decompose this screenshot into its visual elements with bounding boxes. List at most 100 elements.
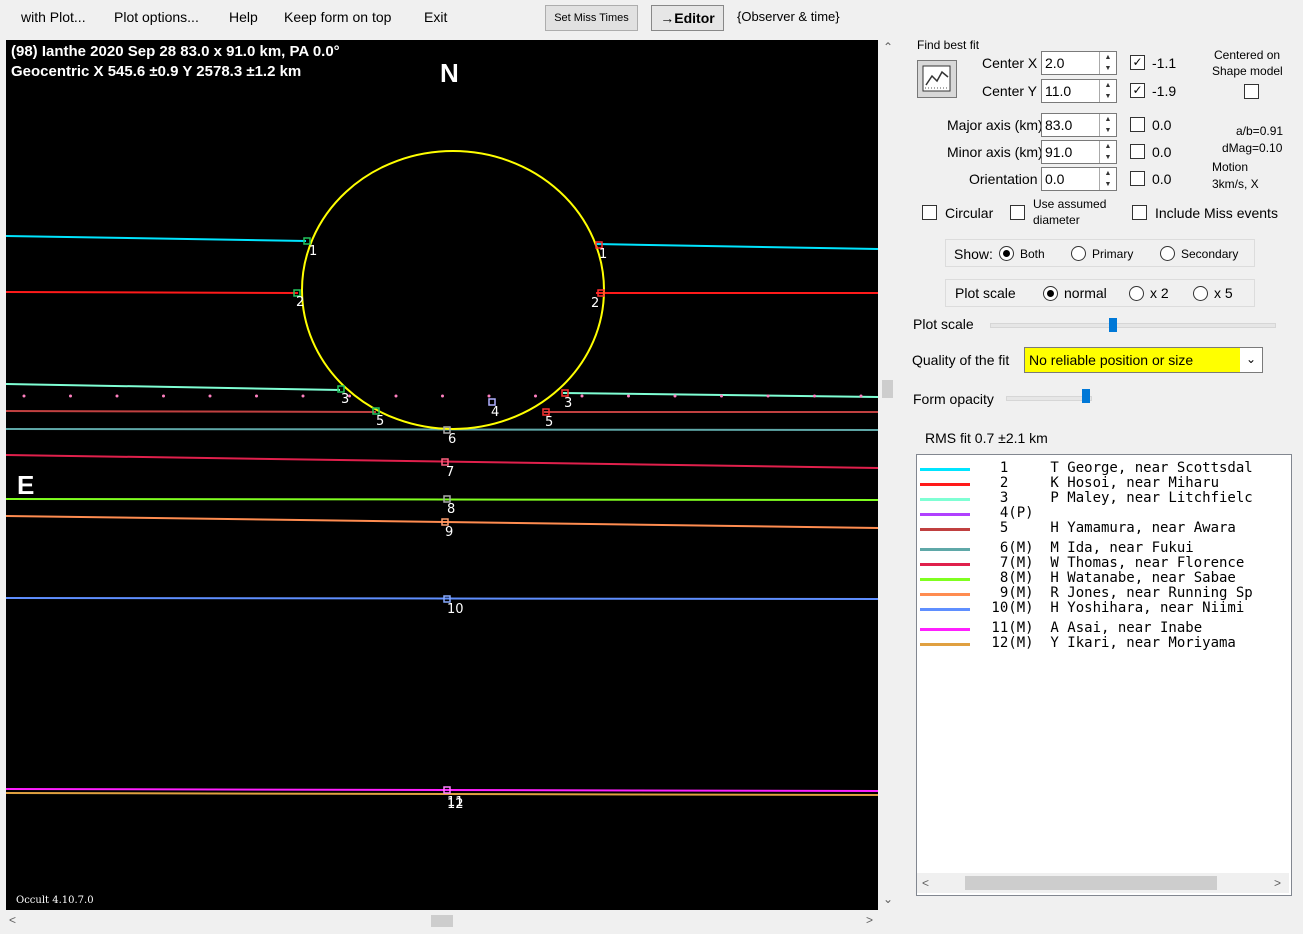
menu-exit[interactable]: Exit xyxy=(424,9,447,25)
observer-text: 2 K Hosoi, near Miharu xyxy=(983,475,1220,491)
scroll-down-icon[interactable]: ⌄ xyxy=(883,892,893,906)
observer-text: 9(M) R Jones, near Running Sp xyxy=(983,585,1253,601)
spin-arrows-icon[interactable]: ▲ ▼ xyxy=(1099,114,1116,136)
scroll-right-icon[interactable]: > xyxy=(1274,876,1281,890)
scale-x5-radio[interactable] xyxy=(1193,286,1208,301)
chord-label: 4 xyxy=(491,405,499,420)
form-opacity-label: Form opacity xyxy=(913,391,994,407)
editor-button[interactable]: →Editor xyxy=(651,5,724,31)
center-x-fit-value: -1.1 xyxy=(1152,55,1177,71)
set-miss-times-button[interactable]: Set Miss Times xyxy=(545,5,638,31)
menu-observer-time[interactable]: {Observer & time} xyxy=(737,9,840,24)
major-axis-fit-value: 0.0 xyxy=(1152,117,1172,133)
spin-arrows-icon[interactable]: ▲ ▼ xyxy=(1099,141,1116,163)
plot-horizontal-scrollbar[interactable]: < > xyxy=(6,912,878,930)
scale-x2-radio[interactable] xyxy=(1129,286,1144,301)
center-y-fit-checkbox[interactable]: ✓ xyxy=(1130,83,1145,98)
scale-normal-label: normal xyxy=(1064,285,1107,301)
center-y-fit-value: -1.9 xyxy=(1152,83,1177,99)
menu-bar: with Plot... Plot options... Help Keep f… xyxy=(0,0,1303,38)
find-best-fit-label: Find best fit xyxy=(917,38,980,52)
version-label: Occult 4.10.7.0 xyxy=(16,895,94,906)
observer-list[interactable]: 1 T George, near Scottsdal 2 K Hosoi, ne… xyxy=(916,454,1292,896)
miss-dot xyxy=(162,394,165,398)
chord-label: 5 xyxy=(376,414,384,429)
fitted-ellipse xyxy=(301,150,605,430)
miss-dot xyxy=(301,394,305,398)
plot-canvas[interactable]: 1 1 2 2 3 3 4 5 5 6 7 8 9 10 11 12 (98) Ianthe 2020 Sep… xyxy=(6,40,878,910)
chord-label: 5 xyxy=(545,415,553,430)
list-item[interactable]: 3 P Maley, near Litchfielc xyxy=(917,490,1291,507)
menu-keep-on-top[interactable]: Keep form on top xyxy=(284,9,391,25)
plot-vertical-scrollbar[interactable]: ⌃ ⌄ xyxy=(879,40,896,910)
center-x-fit-checkbox[interactable]: ✓ xyxy=(1130,55,1145,70)
major-axis-input[interactable]: 83.0 ▲ ▼ xyxy=(1041,113,1117,137)
menu-help[interactable]: Help xyxy=(229,9,258,25)
major-axis-fit-checkbox[interactable] xyxy=(1130,117,1145,132)
miss-dot xyxy=(115,394,119,398)
chord-label: 7 xyxy=(446,465,454,480)
orientation-input[interactable]: 0.0 ▲ ▼ xyxy=(1041,167,1117,191)
center-x-input[interactable]: 2.0 ▲ ▼ xyxy=(1041,51,1117,75)
observer-text: 3 P Maley, near Litchfielc xyxy=(983,490,1253,506)
major-axis-label: Major axis (km) xyxy=(947,117,1043,133)
miss-dot xyxy=(441,394,444,398)
center-x-label: Center X xyxy=(982,55,1038,71)
minor-axis-fit-checkbox[interactable] xyxy=(1130,144,1145,159)
scroll-left-icon[interactable]: < xyxy=(9,913,16,927)
miss-dot xyxy=(487,394,491,398)
miss-dot xyxy=(673,394,677,398)
chord-label: 2 xyxy=(591,296,599,311)
show-secondary-label: Secondary xyxy=(1181,247,1239,261)
form-opacity-slider-thumb[interactable] xyxy=(1082,389,1090,403)
chord-label: 12 xyxy=(447,797,464,812)
miss-dot xyxy=(580,394,584,398)
menu-with-plot[interactable]: with Plot... xyxy=(21,9,86,25)
plot-scale-slider[interactable] xyxy=(990,323,1276,328)
orientation-fit-value: 0.0 xyxy=(1152,171,1172,187)
minor-axis-label: Minor axis (km) xyxy=(947,144,1043,160)
vertical-scroll-thumb[interactable] xyxy=(882,380,893,398)
orientation-fit-checkbox[interactable] xyxy=(1130,171,1145,186)
plot-scale-group: Plot scale normal x 2 x 5 xyxy=(945,279,1255,307)
menu-plot-options[interactable]: Plot options... xyxy=(114,9,199,25)
chevron-down-icon[interactable]: ⌄ xyxy=(1240,348,1262,372)
chord-line xyxy=(6,597,878,600)
chord-line xyxy=(6,410,377,413)
observer-text: 6(M) M Ida, near Fukui xyxy=(983,540,1194,556)
spin-arrows-icon[interactable]: ▲ ▼ xyxy=(1099,80,1116,102)
shape-model-checkbox[interactable] xyxy=(1244,84,1259,99)
list-item[interactable]: 12(M) Y Ikari, near Moriyama xyxy=(917,635,1291,652)
scroll-left-icon[interactable]: < xyxy=(922,876,929,890)
spin-arrows-icon[interactable]: ▲ ▼ xyxy=(1099,52,1116,74)
list-item[interactable]: 10(M) H Yoshihara, near Niimi xyxy=(917,600,1291,617)
use-assumed-diameter-checkbox[interactable] xyxy=(1010,205,1025,220)
scroll-right-icon[interactable]: > xyxy=(866,913,873,927)
scroll-up-icon[interactable]: ⌃ xyxy=(883,40,893,54)
chord-label: 3 xyxy=(341,392,349,407)
center-y-input[interactable]: 11.0 ▲ ▼ xyxy=(1041,79,1117,103)
plot-scale-slider-thumb[interactable] xyxy=(1109,318,1117,332)
list-scroll-thumb[interactable] xyxy=(965,876,1217,890)
horizontal-scroll-thumb[interactable] xyxy=(431,915,453,927)
circular-checkbox[interactable] xyxy=(922,205,937,220)
show-both-radio[interactable] xyxy=(999,246,1014,261)
include-miss-events-checkbox[interactable] xyxy=(1132,205,1147,220)
list-horizontal-scrollbar[interactable]: < > xyxy=(917,873,1289,893)
color-swatch xyxy=(920,578,970,581)
show-group: Show: Both Primary Secondary xyxy=(945,239,1255,267)
find-best-fit-button[interactable] xyxy=(917,60,957,98)
chart-icon xyxy=(922,65,951,92)
diameter-label: diameter xyxy=(1033,213,1080,227)
form-opacity-slider[interactable] xyxy=(1006,396,1092,401)
quality-dropdown[interactable]: No reliable position or size ⌄ xyxy=(1024,347,1263,373)
center-y-label: Center Y xyxy=(982,83,1037,99)
observer-text: 7(M) W Thomas, near Florence xyxy=(983,555,1245,571)
minor-axis-input[interactable]: 91.0 ▲ ▼ xyxy=(1041,140,1117,164)
list-item[interactable]: 5 H Yamamura, near Awara xyxy=(917,520,1291,537)
show-primary-radio[interactable] xyxy=(1071,246,1086,261)
show-secondary-radio[interactable] xyxy=(1160,246,1175,261)
spin-arrows-icon[interactable]: ▲ ▼ xyxy=(1099,168,1116,190)
chord-line xyxy=(6,291,299,294)
scale-normal-radio[interactable] xyxy=(1043,286,1058,301)
